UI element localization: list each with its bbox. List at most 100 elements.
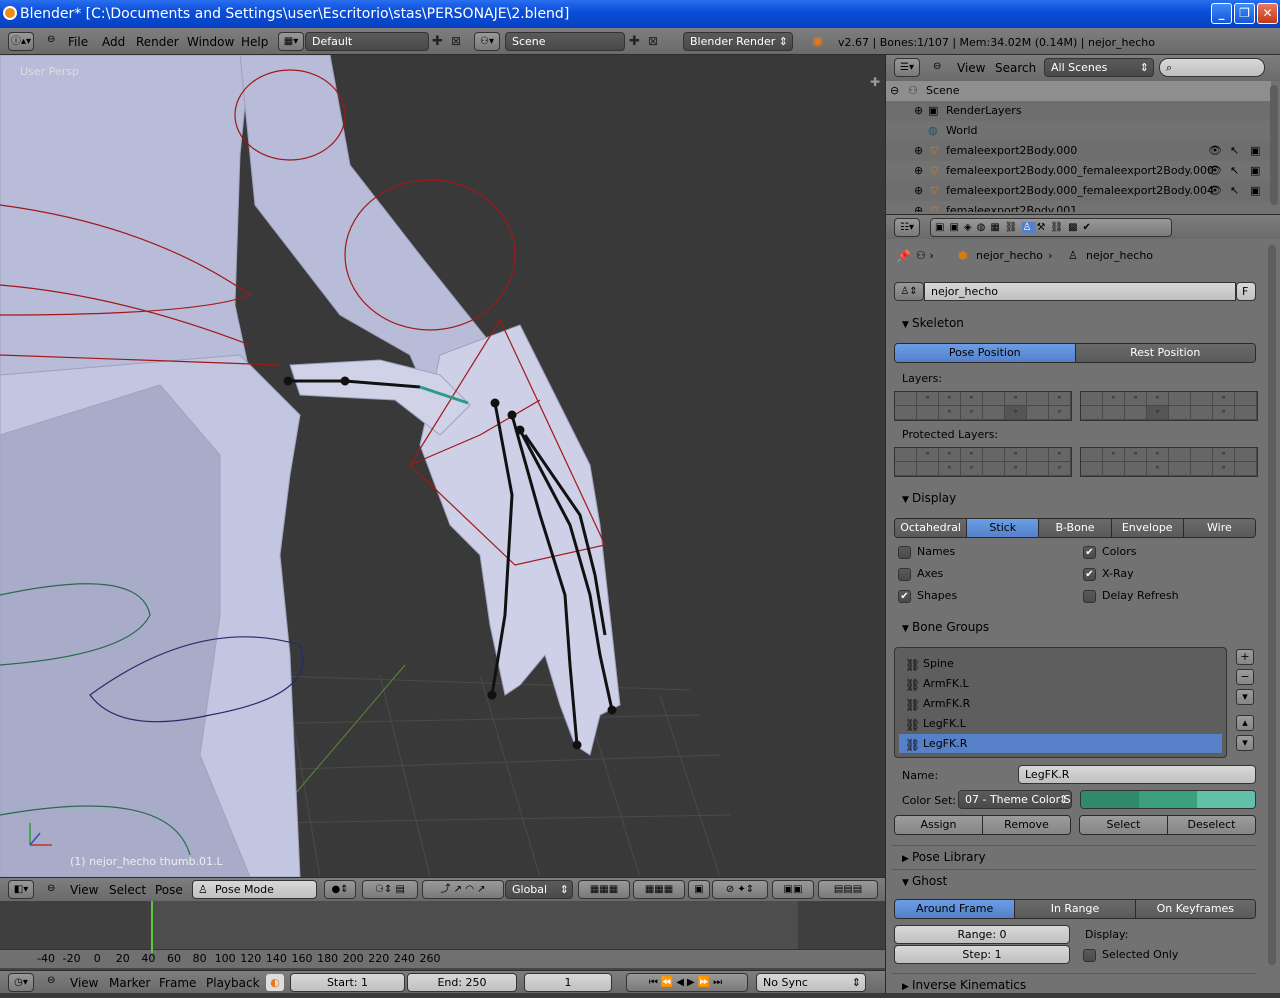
playback-controls[interactable]: ⏮⏪◀▶⏩⏭ bbox=[626, 973, 748, 992]
panel-bone-groups-header[interactable]: ▼ Bone Groups bbox=[892, 616, 1256, 638]
properties-scrollbar[interactable] bbox=[1268, 245, 1276, 965]
editor-type-properties-icon[interactable]: ☷▾ bbox=[894, 218, 920, 237]
shading-selector-icon[interactable]: ●⇕ bbox=[324, 880, 356, 899]
color-set-selector[interactable]: 07 - Theme Color S ⇕ bbox=[958, 790, 1072, 809]
render-engine-selector[interactable]: Blender Render ⇕ bbox=[683, 32, 793, 51]
remove-group-button[interactable]: − bbox=[1236, 669, 1254, 685]
editor-type-info-icon[interactable]: ⓘ▴▾ bbox=[8, 32, 34, 51]
bone-display-type[interactable]: Octahedral Stick B-Bone Envelope Wire bbox=[894, 518, 1256, 538]
close-button[interactable]: ✕ bbox=[1257, 3, 1278, 24]
select-arrow-icon[interactable]: ↖ bbox=[1230, 141, 1239, 161]
expand-icon[interactable]: ⊕ bbox=[914, 141, 923, 161]
shapes-checkbox[interactable]: ✔ Shapes bbox=[898, 589, 957, 603]
checkbox-box[interactable] bbox=[898, 567, 911, 581]
normal-color-swatch[interactable] bbox=[1081, 791, 1139, 808]
editor-type-timeline-icon[interactable]: ◷▾ bbox=[8, 973, 34, 992]
scene-selector[interactable]: Scene bbox=[505, 32, 625, 51]
assign-button[interactable]: Assign bbox=[895, 816, 983, 834]
menu-pose[interactable]: Pose bbox=[155, 883, 183, 897]
menu-search[interactable]: Search bbox=[995, 61, 1036, 75]
list-item[interactable]: ⛓ LegFK.L bbox=[899, 714, 1222, 733]
manipulator-icons[interactable]: ⤴ ↗ ◠ ↗ bbox=[422, 880, 504, 899]
on-keyframes-button[interactable]: On Keyframes bbox=[1135, 900, 1255, 918]
expand-icon[interactable]: ⊕ bbox=[914, 181, 923, 201]
menu-view[interactable]: View bbox=[957, 61, 985, 75]
ghost-step-field[interactable]: Step: 1 bbox=[894, 945, 1070, 964]
pivot-selector-icon[interactable]: ⚆⇕ ▤ bbox=[362, 880, 418, 899]
list-item[interactable]: ⛓ ArmFK.R bbox=[899, 694, 1222, 713]
checkbox-box[interactable] bbox=[1083, 589, 1096, 603]
pose-position-button[interactable]: Pose Position bbox=[895, 344, 1076, 362]
maximize-button[interactable]: ❐ bbox=[1234, 3, 1255, 24]
checkbox-box[interactable] bbox=[1083, 948, 1096, 962]
theme-color-swatches[interactable] bbox=[1080, 790, 1256, 809]
breadcrumb-armature[interactable]: nejor_hecho bbox=[1086, 249, 1153, 262]
octahedral-button[interactable]: Octahedral bbox=[895, 519, 968, 537]
render-camera-icon[interactable]: ▣ bbox=[1250, 141, 1260, 161]
outliner-row-renderlayers[interactable]: ⊕ ▣ RenderLayers bbox=[886, 101, 1271, 121]
outliner-scrollbar[interactable] bbox=[1270, 85, 1278, 205]
menu-select[interactable]: Select bbox=[109, 883, 146, 897]
panel-ik-header[interactable]: ▶ Inverse Kinematics bbox=[892, 973, 1256, 995]
xray-checkbox[interactable]: ✔ X-Ray bbox=[1083, 567, 1134, 581]
outliner-row-scene[interactable]: ⊖ ⚇ Scene bbox=[886, 81, 1271, 101]
assign-remove-group[interactable]: Assign Remove bbox=[894, 815, 1071, 835]
layout-selector[interactable]: Default bbox=[305, 32, 429, 51]
layer-lock-icon[interactable]: ▣ bbox=[688, 880, 710, 899]
visibility-eye-icon[interactable]: 👁 bbox=[1208, 181, 1222, 201]
editor-type-outliner-icon[interactable]: ☰▾ bbox=[894, 58, 920, 77]
mode-selector[interactable]: ♙ Pose Mode bbox=[192, 880, 317, 899]
properties-context-tabs[interactable]: ▣▣◈◍▦⛓♙⚒⛓▩✔ bbox=[930, 218, 1172, 237]
menu-file[interactable]: File bbox=[68, 35, 88, 49]
bbone-button[interactable]: B-Bone bbox=[1039, 519, 1112, 537]
timeline-ruler[interactable]: -40 -20 0 20 40 60 80 100 120 140 160 180 200 220 240 2… bbox=[0, 949, 885, 968]
names-checkbox[interactable]: Names bbox=[898, 545, 955, 559]
toolshelf-toggle-icon[interactable]: ✚ bbox=[870, 75, 880, 89]
remove-button[interactable]: Remove bbox=[983, 816, 1070, 834]
wire-button[interactable]: Wire bbox=[1183, 519, 1255, 537]
move-down-icon[interactable]: ▾ bbox=[1236, 735, 1254, 751]
ghost-type-selector[interactable]: Around Frame In Range On Keyframes bbox=[894, 899, 1256, 919]
sync-selector[interactable]: No Sync ⇕ bbox=[756, 973, 866, 992]
select-button[interactable]: Select bbox=[1080, 816, 1168, 834]
add-scene-icon[interactable]: ✚ bbox=[629, 34, 640, 49]
collapse-menu-icon[interactable]: ⊖ bbox=[47, 34, 55, 45]
expand-icon[interactable]: ⊕ bbox=[914, 201, 923, 212]
select-arrow-icon[interactable]: ↖ bbox=[1230, 181, 1239, 201]
colors-checkbox[interactable]: ✔ Colors bbox=[1083, 545, 1136, 559]
start-frame-field[interactable]: Start: 1 bbox=[290, 973, 405, 992]
menu-view[interactable]: View bbox=[70, 883, 98, 897]
active-color-swatch[interactable] bbox=[1197, 791, 1255, 808]
checkmark-icon[interactable]: ✔ bbox=[898, 589, 911, 603]
selected-only-checkbox[interactable]: Selected Only bbox=[1083, 948, 1178, 962]
outliner-row-object[interactable]: ⊕ ▽ femaleexport2Body.000 👁 ↖ ▣ bbox=[886, 141, 1271, 161]
current-frame-cursor[interactable] bbox=[151, 901, 153, 953]
render-icons[interactable]: ▣▣ bbox=[772, 880, 814, 899]
breadcrumb-object[interactable]: nejor_hecho bbox=[976, 249, 1043, 262]
outliner-tree[interactable]: ⊖ ⚇ Scene ⊕ ▣ RenderLayers ◍ World ⊕ ▽ f… bbox=[886, 81, 1271, 212]
outliner-search-input[interactable]: ⌕ bbox=[1159, 58, 1265, 77]
collapse-menu-icon[interactable]: ⊖ bbox=[47, 883, 55, 894]
list-item-selected[interactable]: ⛓ LegFK.R bbox=[899, 734, 1222, 753]
auto-keyframe-icon[interactable]: ◐ bbox=[266, 974, 284, 991]
panel-ghost-header[interactable]: ▼ Ghost bbox=[892, 869, 1256, 891]
display-mode-selector[interactable]: All Scenes ⇕ bbox=[1044, 58, 1154, 77]
select-deselect-group[interactable]: Select Deselect bbox=[1079, 815, 1256, 835]
panel-pose-library-header[interactable]: ▶ Pose Library bbox=[892, 845, 1256, 867]
menu-help[interactable]: Help bbox=[241, 35, 268, 49]
pose-copy-icons[interactable]: ▤▤▤ bbox=[818, 880, 878, 899]
in-range-button[interactable]: In Range bbox=[1015, 900, 1136, 918]
pose-rest-toggle[interactable]: Pose Position Rest Position bbox=[894, 343, 1256, 363]
bone-layers-grid-a[interactable]: ∘ ∘ ∘ ∘ ∘ ∘ ∘ ∘ ∘ bbox=[894, 391, 1072, 421]
list-item[interactable]: ⛓ Spine bbox=[899, 654, 1222, 673]
around-frame-button[interactable]: Around Frame bbox=[895, 900, 1016, 918]
menu-playback[interactable]: Playback bbox=[206, 976, 260, 990]
layer-buttons-b[interactable]: ▦▦▦ bbox=[633, 880, 685, 899]
checkmark-icon[interactable]: ✔ bbox=[1083, 567, 1096, 581]
rest-position-button[interactable]: Rest Position bbox=[1075, 344, 1255, 362]
group-name-field[interactable]: LegFK.R bbox=[1018, 765, 1256, 784]
collapse-menu-icon[interactable]: ⊖ bbox=[47, 975, 55, 986]
render-camera-icon[interactable]: ▣ bbox=[1250, 181, 1260, 201]
panel-display-header[interactable]: ▼ Display bbox=[892, 487, 1256, 509]
menu-view[interactable]: View bbox=[70, 976, 98, 990]
